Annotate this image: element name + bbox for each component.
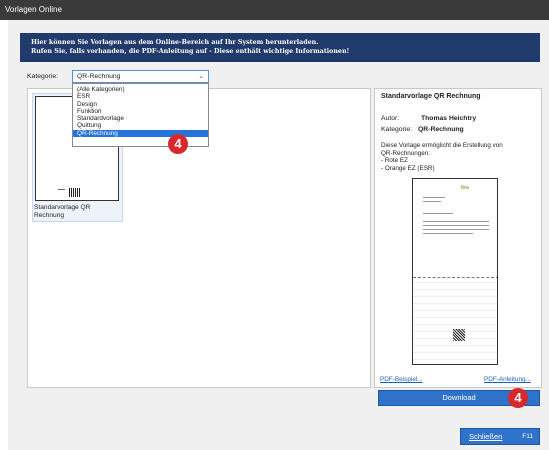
category-dropdown[interactable]: (Alle Kategorien) ESR Design Funktion St… [72,83,209,147]
description-line: - Orange EZ (ESR) [381,164,435,172]
preview-text-line [423,225,489,226]
category-option[interactable]: Funktion [73,108,208,115]
description-line: Diese Vorlage ermöglicht die Erstellung … [381,142,503,149]
perforation-line [413,277,497,278]
banner-line-1: Hier können Sie Vorlagen aus dem Online-… [31,39,319,46]
category-select-value: QR-Rechnung [77,73,121,80]
details-description: Diese Vorlage ermöglicht die Erstellung … [381,142,541,172]
step-badge: 4 [508,388,528,408]
close-button[interactable]: Schließen F11 [460,428,540,445]
qr-code-icon [453,329,465,341]
category-label: Kategorie: [27,73,58,80]
banner-line-2: Rufen Sie, falls vorhanden, die PDF-Anle… [31,48,350,55]
details-category-label: Kategorie: [381,126,412,133]
preview-text-line [423,229,489,230]
category-option[interactable]: Standardvorlage [73,115,208,122]
template-tile-label[interactable]: Standarvorlage QR Rechnung [34,204,120,220]
template-preview: ltra [412,178,498,365]
author-label: Autor: [381,115,400,122]
author-value: Thomas Heichtry [421,115,477,122]
category-option[interactable]: ESR [73,93,208,100]
window-title: Vorlagen Online [5,5,62,14]
category-option[interactable]: Quittung [73,122,208,129]
preview-text-line [423,221,489,222]
step-badge: 4 [168,134,188,154]
close-button-label: Schließen [469,432,503,441]
pdf-manual-link[interactable]: PDF-Anleitung... [484,376,531,383]
preview-text-line [423,233,473,234]
thumbnail-text-line [58,189,65,190]
preview-text-line [423,213,453,214]
details-category-value: QR-Rechnung [418,126,464,133]
category-option[interactable]: (Alle Kategorien) [73,86,208,93]
description-line: QR-Rechnungen: [381,149,431,157]
preview-logo: ltra [461,185,469,191]
close-shortcut-key: F11 [522,433,533,440]
details-title: Standarvorlage QR Rechnung [381,93,481,100]
category-option[interactable]: Design [73,101,208,108]
pdf-example-link[interactable]: PDF-Beispiel... [380,376,423,383]
description-line: - Rote EZ [381,157,408,165]
category-option-selected[interactable]: QR-Rechnung [73,129,208,138]
info-banner: Hier können Sie Vorlagen aus dem Online-… [20,33,540,62]
chevron-down-icon[interactable]: ⌄ [198,71,204,82]
title-bar: Vorlagen Online [0,0,549,20]
payment-slip [413,277,497,364]
category-select[interactable]: QR-Rechnung ⌄ [72,70,209,83]
preview-text-line [423,201,441,202]
preview-text-line [423,197,445,198]
qr-code-icon [69,188,81,197]
